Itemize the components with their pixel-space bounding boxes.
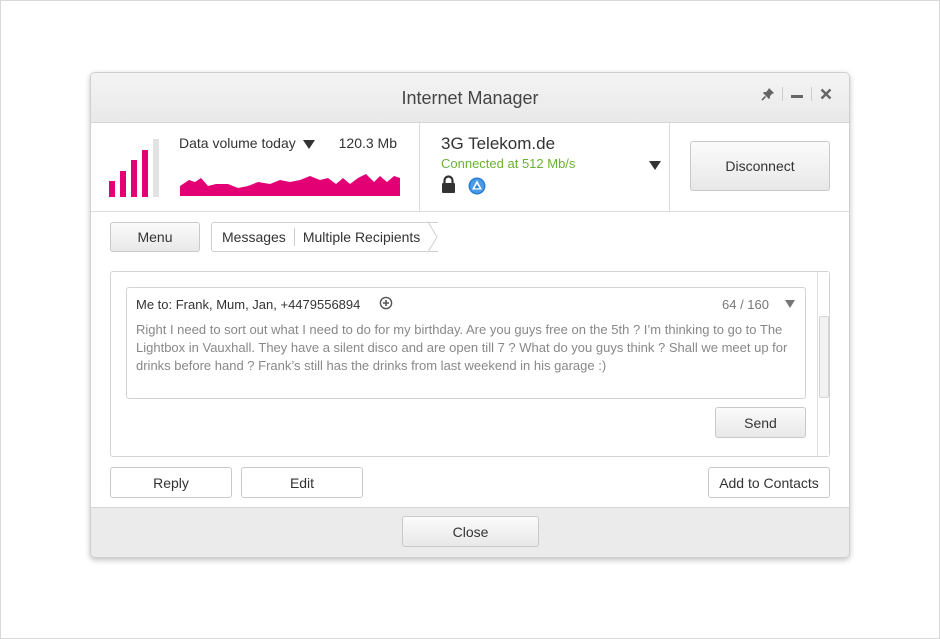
menu-button[interactable]: Menu — [110, 222, 200, 252]
breadcrumb: Messages Multiple Recipients — [211, 221, 439, 253]
send-button[interactable]: Send — [715, 407, 806, 438]
reply-button[interactable]: Reply — [110, 467, 232, 498]
scrollbar-thumb[interactable] — [819, 316, 829, 398]
close-icon[interactable] — [815, 84, 837, 104]
window-title: Internet Manager — [401, 88, 539, 108]
message-options-dropdown-icon[interactable] — [785, 300, 795, 308]
usage-graph — [180, 174, 400, 196]
footer-bar: Close — [91, 507, 849, 557]
pin-icon[interactable] — [757, 84, 779, 104]
connection-dropdown-icon[interactable] — [649, 161, 661, 170]
disconnect-button[interactable]: Disconnect — [690, 141, 830, 191]
add-recipient-icon[interactable] — [379, 296, 393, 310]
breadcrumb-arrow-icon — [427, 221, 438, 253]
title-bar: Internet Manager — [91, 73, 849, 123]
connection-status: Connected at 512 Mb/s — [441, 156, 576, 171]
minimize-icon[interactable] — [786, 84, 808, 104]
roaming-icon — [468, 177, 486, 195]
column-divider — [669, 123, 670, 211]
message-box[interactable]: Me to: Frank, Mum, Jan, +4479556894 64 /… — [126, 287, 806, 399]
data-volume-value: 120.3 Mb — [338, 135, 397, 151]
window-controls — [757, 84, 837, 104]
data-volume-label: Data volume today — [179, 135, 296, 151]
control-divider — [782, 87, 783, 101]
scrollbar[interactable] — [817, 272, 829, 456]
recipients-field[interactable]: Me to: Frank, Mum, Jan, +4479556894 — [136, 297, 360, 312]
internet-manager-window: Internet Manager Data volume today 120.3… — [90, 72, 850, 558]
signal-strength-icon — [109, 137, 163, 197]
breadcrumb-messages[interactable]: Messages — [222, 229, 294, 245]
breadcrumb-multiple-recipients[interactable]: Multiple Recipients — [303, 229, 429, 245]
control-divider — [811, 87, 812, 101]
toolbar-row: Menu Messages Multiple Recipients — [91, 212, 849, 262]
data-volume-dropdown-icon[interactable] — [303, 140, 315, 149]
message-body[interactable]: Right I need to sort out what I need to … — [136, 321, 798, 375]
lock-icon — [442, 175, 455, 193]
connection-name: 3G Telekom.de — [441, 134, 556, 153]
add-to-contacts-button[interactable]: Add to Contacts — [708, 467, 830, 498]
breadcrumb-divider — [293, 228, 295, 246]
status-row: Data volume today 120.3 Mb 3G Telekom.de… — [91, 123, 849, 212]
character-count: 64 / 160 — [722, 297, 769, 312]
close-button[interactable]: Close — [402, 516, 539, 547]
edit-button[interactable]: Edit — [241, 467, 363, 498]
message-panel: Me to: Frank, Mum, Jan, +4479556894 64 /… — [110, 271, 830, 457]
column-divider — [419, 123, 420, 211]
